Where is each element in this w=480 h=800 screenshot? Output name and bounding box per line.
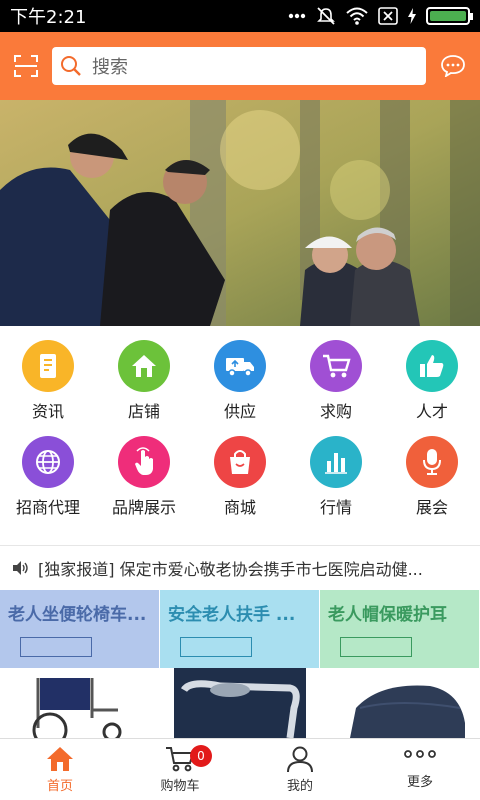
speaker-icon: [13, 561, 28, 575]
nav-cart-label: 购物车: [160, 779, 200, 794]
microphone-icon: [423, 449, 441, 475]
status-bar: 下午2:21: [0, 0, 480, 32]
hand-tap-icon: [135, 447, 153, 475]
cart-badge: 0: [190, 745, 212, 767]
product-card[interactable]: 老人坐便轮椅车...: [0, 590, 160, 738]
product-title: 老人帽保暖护耳: [328, 605, 447, 625]
category-supply-label: 供应: [223, 402, 256, 421]
search-icon: [61, 56, 81, 76]
product-title: 安全老人扶手 ...: [168, 605, 296, 625]
product-title: 老人坐便轮椅车...: [8, 605, 147, 625]
category-agency[interactable]: 招商代理: [0, 436, 96, 518]
message-icon: [441, 55, 465, 77]
product-card[interactable]: 安全老人扶手 ...: [160, 590, 320, 738]
globe-icon: [36, 450, 60, 474]
charging-icon: [408, 8, 416, 24]
category-market-label: 行情: [319, 498, 352, 517]
news-headline: [独家报道] 保定市爱心敬老协会携手市七医院启动健...: [38, 560, 423, 579]
sim-x-icon: [378, 7, 398, 25]
product-image: [320, 668, 480, 738]
nav-more-label: 更多: [406, 775, 433, 790]
nav-more[interactable]: 更多: [360, 739, 480, 800]
bar-chart-icon: [325, 453, 347, 474]
search-placeholder: 搜索: [92, 57, 128, 78]
category-brand[interactable]: 品牌展示: [96, 436, 192, 518]
nav-profile-label: 我的: [286, 779, 313, 794]
category-purchase[interactable]: 求购: [288, 340, 384, 422]
shopping-bag-icon: [230, 450, 250, 474]
category-purchase-circle: [310, 340, 362, 392]
user-icon: [287, 746, 313, 773]
product-card-header: 老人坐便轮椅车...: [0, 590, 159, 668]
truck-icon: [226, 358, 254, 377]
wheelchair-image: [12, 668, 148, 738]
nav-home-label: 首页: [46, 779, 73, 794]
category-mall-label: 商城: [223, 498, 256, 517]
category-expo[interactable]: 展会: [384, 436, 480, 518]
category-mall-circle: [214, 436, 266, 488]
more-dots-icon: [288, 13, 306, 19]
product-card[interactable]: 老人帽保暖护耳: [320, 590, 480, 738]
nav-home[interactable]: 首页: [0, 739, 120, 800]
category-shop-circle: [118, 340, 170, 392]
category-expo-label: 展会: [415, 498, 448, 517]
category-market-circle: [310, 436, 362, 488]
nav-profile[interactable]: 我的: [240, 739, 360, 800]
product-image: [0, 668, 160, 738]
banner-image[interactable]: [0, 100, 480, 326]
more-dots-icon: [404, 750, 436, 758]
category-news-label: 资讯: [31, 402, 64, 421]
category-talent-label: 人才: [415, 402, 448, 421]
top-search-bar: 搜索: [0, 32, 480, 100]
product-tag-box: [340, 637, 412, 657]
category-talent-circle: [406, 340, 458, 392]
category-supply[interactable]: 供应: [192, 340, 288, 422]
cart-icon: [323, 354, 351, 378]
category-brand-circle: [118, 436, 170, 488]
wifi-icon: [346, 7, 368, 25]
battery-icon: [426, 7, 473, 25]
category-talent[interactable]: 人才: [384, 340, 480, 422]
nav-cart[interactable]: 0 购物车: [120, 739, 240, 800]
product-tag-box: [20, 637, 92, 657]
category-news[interactable]: 资讯: [0, 340, 96, 422]
category-mall[interactable]: 商城: [192, 436, 288, 518]
product-card-header: 老人帽保暖护耳: [320, 590, 479, 668]
home-icon: [47, 747, 73, 771]
home-icon: [132, 355, 156, 377]
winter-hat-image: [332, 668, 468, 738]
mute-icon: [317, 7, 335, 25]
search-input[interactable]: 搜索: [52, 47, 426, 85]
category-shop-label: 店铺: [127, 402, 160, 421]
product-tag-box: [180, 637, 252, 657]
status-icons: [288, 6, 473, 26]
battery-fill: [430, 11, 466, 21]
news-ticker[interactable]: [独家报道] 保定市爱心敬老协会携手市七医院启动健...: [0, 546, 480, 590]
category-shop[interactable]: 店铺: [96, 340, 192, 422]
category-news-circle: [22, 340, 74, 392]
scan-icon: [14, 55, 38, 77]
category-brand-label: 品牌展示: [111, 498, 176, 517]
product-card-header: 安全老人扶手 ...: [160, 590, 319, 668]
status-time: 下午2:21: [10, 7, 87, 28]
product-image: [160, 668, 320, 738]
bottom-nav: 首页 0 购物车 我的 更多: [0, 738, 480, 800]
message-button[interactable]: [426, 32, 480, 100]
category-agency-circle: [22, 436, 74, 488]
category-supply-circle: [214, 340, 266, 392]
grab-bar-image: [174, 668, 306, 738]
category-grid: 资讯 店铺 供应 求购 人才 招商代理 品牌展示 商城 行情 展会: [0, 340, 480, 518]
category-purchase-label: 求购: [319, 402, 352, 421]
banner-illustration: [0, 100, 480, 326]
document-icon: [40, 354, 56, 378]
product-row: 老人坐便轮椅车... 安全老人扶手 ... 老人帽保暖护耳: [0, 590, 480, 738]
category-expo-circle: [406, 436, 458, 488]
category-market[interactable]: 行情: [288, 436, 384, 518]
thumbs-up-icon: [420, 355, 444, 377]
scan-button[interactable]: [0, 32, 52, 100]
category-agency-label: 招商代理: [15, 498, 80, 517]
